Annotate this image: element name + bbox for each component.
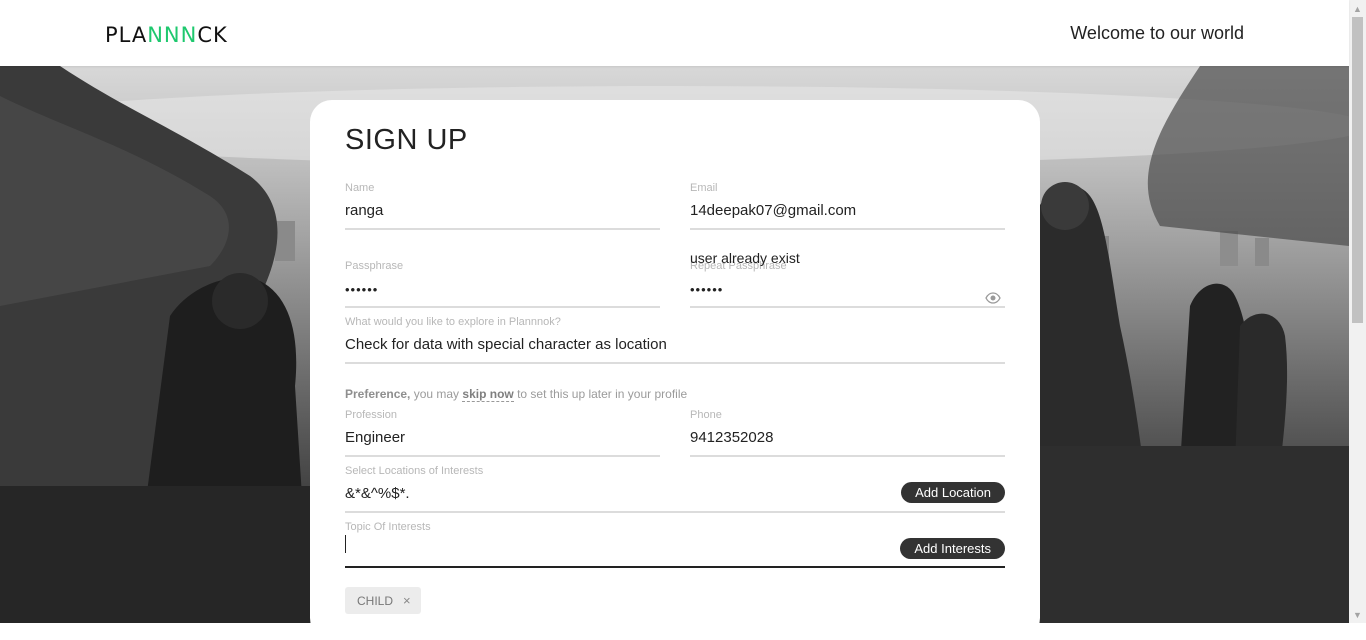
repeat-passphrase-field[interactable]: Repeat Passphrase •••••• — [690, 260, 1005, 308]
page-title: SIGN UP — [345, 124, 468, 156]
explore-underline — [345, 362, 1005, 364]
preference-bold: Preference, — [345, 387, 411, 401]
locations-label: Select Locations of Interests — [345, 465, 484, 477]
topics-label: Topic Of Interests — [345, 521, 431, 533]
logo[interactable]: PLA NNN CK — [105, 22, 228, 48]
name-field[interactable]: Name ranga — [345, 182, 660, 230]
explore-field[interactable]: What would you like to explore in Plannn… — [345, 316, 1005, 364]
phone-input[interactable]: 9412352028 — [690, 429, 773, 446]
preference-note: Preference, you may skip now to set this… — [345, 387, 688, 402]
logo-text-accent: NNN — [147, 23, 198, 47]
passphrase-label: Passphrase — [345, 260, 404, 272]
skip-now-link[interactable]: skip now — [462, 387, 514, 402]
header: PLA NNN CK Welcome to our world — [0, 0, 1349, 66]
profession-underline — [345, 455, 660, 457]
page-scrollbar[interactable]: ▲ ▼ — [1349, 0, 1366, 623]
name-label: Name — [345, 182, 375, 194]
preference-text2: to set this up later in your profile — [513, 387, 688, 401]
profession-field[interactable]: Profession Engineer — [345, 409, 660, 457]
remove-chip-icon[interactable]: × — [403, 593, 411, 608]
interest-chip: CHILD × — [345, 587, 421, 614]
scroll-down-arrow-icon[interactable]: ▼ — [1349, 606, 1366, 623]
locations-input[interactable]: &*&^%$*. — [345, 485, 410, 502]
profession-label: Profession — [345, 409, 397, 421]
logo-text-start: PLA — [105, 23, 148, 47]
scroll-up-arrow-icon[interactable]: ▲ — [1349, 0, 1366, 17]
passphrase-input[interactable]: •••••• — [345, 282, 378, 297]
scrollbar-thumb[interactable] — [1352, 17, 1363, 323]
explore-input[interactable]: Check for data with special character as… — [345, 336, 667, 353]
phone-label: Phone — [690, 409, 722, 421]
email-field[interactable]: Email 14deepak07@gmail.com — [690, 182, 1005, 230]
repeat-passphrase-input[interactable]: •••••• — [690, 282, 723, 297]
passphrase-field[interactable]: Passphrase •••••• — [345, 260, 660, 308]
text-cursor — [345, 535, 346, 553]
email-input[interactable]: 14deepak07@gmail.com — [690, 202, 856, 219]
profession-input[interactable]: Engineer — [345, 429, 405, 446]
show-password-eye-icon[interactable] — [985, 290, 1001, 306]
name-input[interactable]: ranga — [345, 202, 383, 219]
explore-label: What would you like to explore in Plannn… — [345, 316, 561, 328]
repeat-passphrase-underline — [690, 306, 1005, 308]
logo-text-end: CK — [197, 23, 228, 47]
passphrase-underline — [345, 306, 660, 308]
locations-underline — [345, 511, 1005, 513]
signup-card: SIGN UP Name ranga Email 14deepak07@gmai… — [310, 100, 1040, 640]
topics-field[interactable]: Topic Of Interests Add Interests — [345, 521, 1005, 569]
topics-underline — [345, 566, 1005, 568]
welcome-text: Welcome to our world — [1070, 23, 1244, 43]
chip-label: CHILD — [357, 593, 394, 608]
phone-field[interactable]: Phone 9412352028 — [690, 409, 1005, 457]
email-underline — [690, 228, 1005, 230]
locations-field[interactable]: Select Locations of Interests &*&^%$*. A… — [345, 465, 1005, 513]
email-label: Email — [690, 182, 718, 194]
add-interests-button[interactable]: Add Interests — [900, 538, 1005, 559]
phone-underline — [690, 455, 1005, 457]
preference-text1: you may — [410, 387, 463, 401]
name-underline — [345, 228, 660, 230]
add-location-button[interactable]: Add Location — [901, 482, 1005, 503]
error-message: user already exist — [690, 250, 800, 266]
